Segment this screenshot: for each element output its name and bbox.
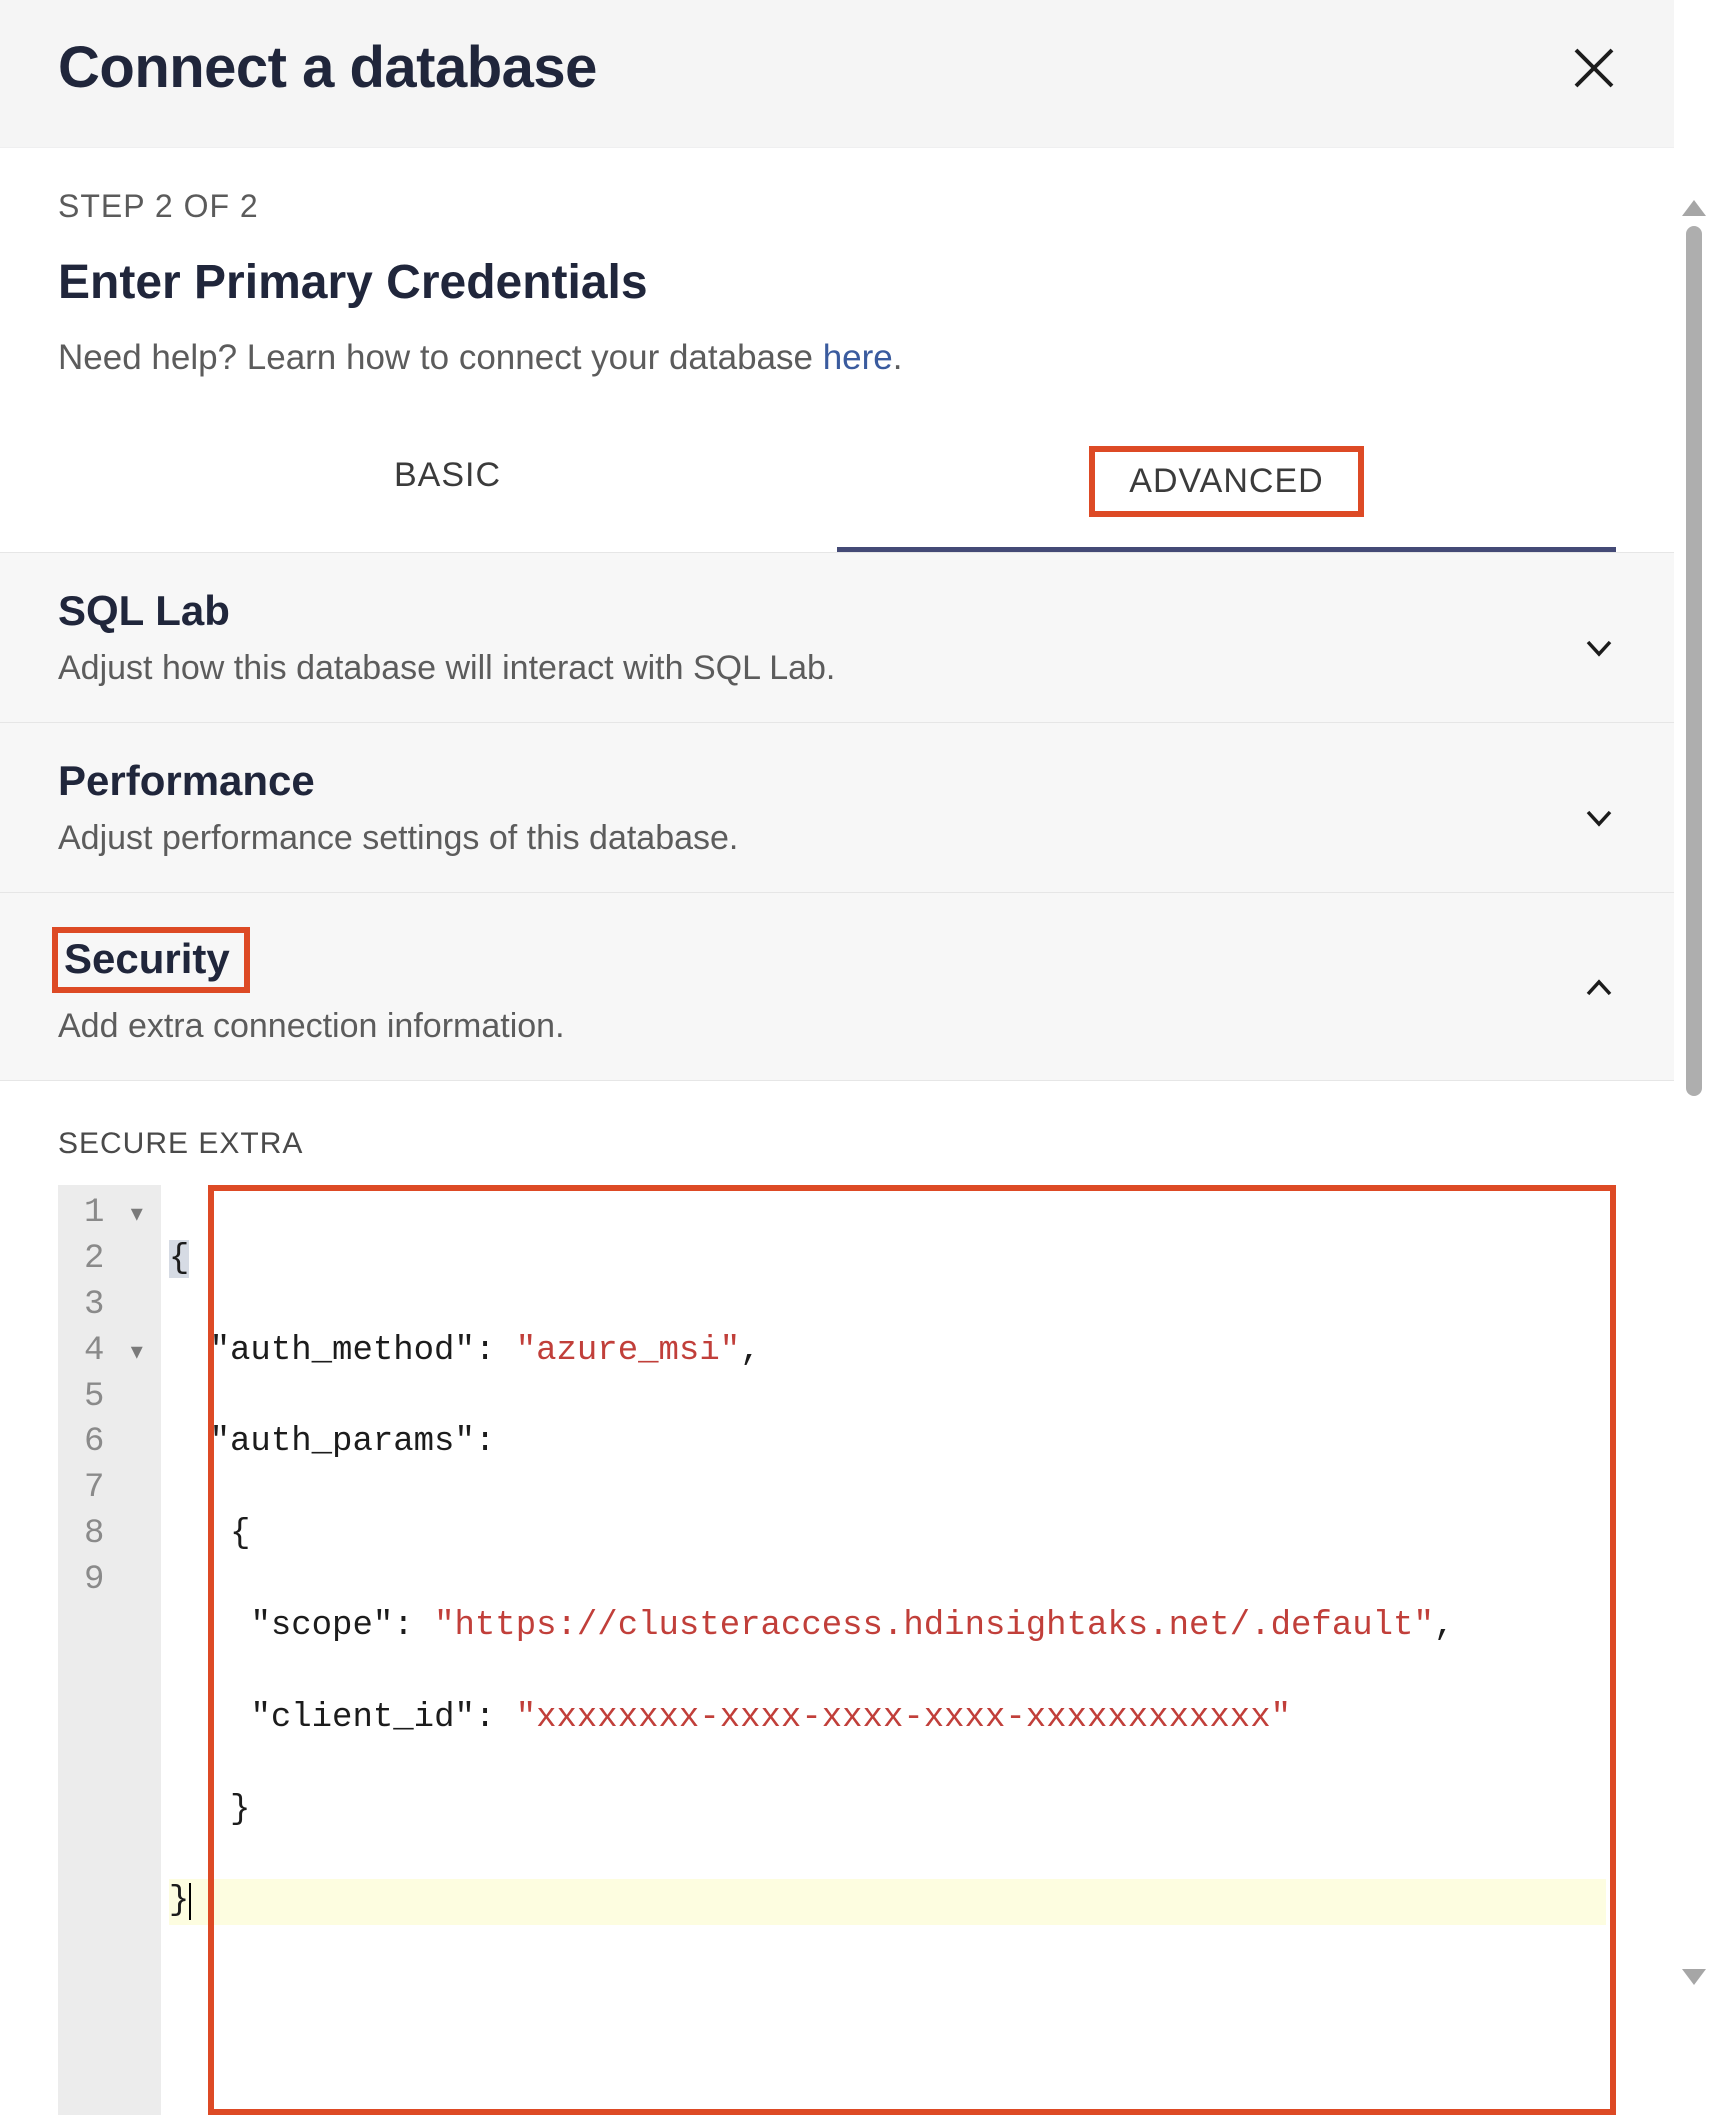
scroll-up-arrow-icon[interactable] — [1682, 200, 1706, 216]
scroll-track[interactable] — [1686, 226, 1702, 1959]
chevron-up-icon — [1582, 971, 1616, 1005]
step-indicator: STEP 2 OF 2 — [58, 188, 1616, 225]
accordion-header-performance[interactable]: Performance Adjust performance settings … — [0, 723, 1674, 892]
chevron-down-icon — [1582, 631, 1616, 665]
accordion-desc-security: Add extra connection information. — [58, 1007, 565, 1046]
chevron-down-icon — [1582, 801, 1616, 835]
accordion-title-performance: Performance — [58, 757, 315, 805]
editor-code[interactable]: { "auth_method": "azure_msi", "auth_para… — [161, 1185, 1616, 2115]
editor-gutter: 1 ▾ 2 3 4 ▾ 5 6 7 8 9 — [58, 1185, 161, 2115]
accordion-body-security: SECURE EXTRA 1 ▾ 2 3 4 ▾ 5 6 — [0, 1080, 1674, 2115]
help-text: Need help? Learn how to connect your dat… — [58, 338, 1616, 378]
accordion-item-sql-lab: SQL Lab Adjust how this database will in… — [0, 552, 1674, 722]
accordion-header-security[interactable]: Security Add extra connection informatio… — [0, 893, 1674, 1080]
close-icon — [1572, 46, 1616, 90]
secure-extra-editor-wrap: 1 ▾ 2 3 4 ▾ 5 6 7 8 9 — [58, 1185, 1616, 2115]
modal-title: Connect a database — [58, 34, 597, 101]
modal-titlebar: Connect a database — [0, 0, 1674, 148]
tab-advanced-label: ADVANCED — [1089, 446, 1363, 517]
vertical-scrollbar[interactable] — [1674, 0, 1714, 2005]
scroll-thumb[interactable] — [1686, 226, 1702, 1096]
help-text-suffix: . — [893, 338, 903, 377]
tab-basic-label: BASIC — [360, 446, 535, 505]
secure-extra-editor[interactable]: 1 ▾ 2 3 4 ▾ 5 6 7 8 9 — [58, 1185, 1616, 2115]
accordion-desc-performance: Adjust performance settings of this data… — [58, 819, 738, 858]
accordion-item-security: Security Add extra connection informatio… — [0, 892, 1674, 2115]
scroll-down-arrow-icon[interactable] — [1682, 1969, 1706, 1985]
tab-basic[interactable]: BASIC — [58, 428, 837, 552]
page-heading: Enter Primary Credentials — [58, 255, 1616, 310]
accordion-title-sql-lab: SQL Lab — [58, 587, 230, 635]
help-text-prefix: Need help? Learn how to connect your dat… — [58, 338, 823, 377]
help-link[interactable]: here — [823, 338, 893, 377]
accordion-header-sql-lab[interactable]: SQL Lab Adjust how this database will in… — [0, 553, 1674, 722]
accordion-item-performance: Performance Adjust performance settings … — [0, 722, 1674, 892]
secure-extra-label: SECURE EXTRA — [58, 1127, 1616, 1161]
advanced-accordion: SQL Lab Adjust how this database will in… — [0, 552, 1674, 2115]
accordion-desc-sql-lab: Adjust how this database will interact w… — [58, 649, 835, 688]
tabs: BASIC ADVANCED — [58, 428, 1616, 552]
tab-advanced[interactable]: ADVANCED — [837, 428, 1616, 552]
accordion-title-security: Security — [52, 927, 250, 993]
close-button[interactable] — [1562, 36, 1626, 100]
